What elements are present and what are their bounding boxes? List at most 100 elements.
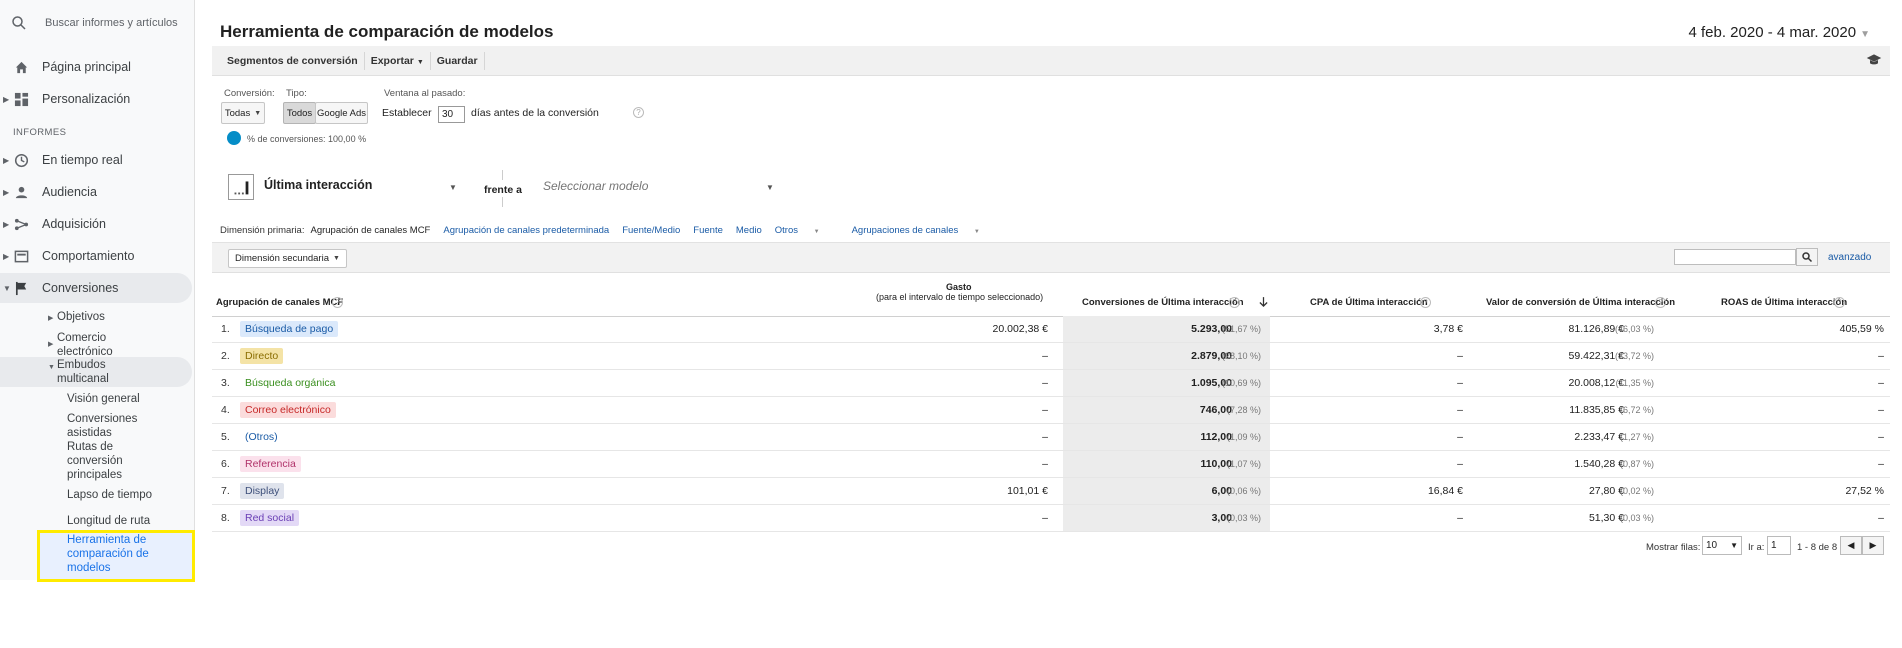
date-range-picker[interactable]: 4 feb. 2020 - 4 mar. 2020 ▼	[1688, 24, 1870, 41]
sidebar-item-assisted[interactable]: Conversiones asistidas	[67, 412, 157, 440]
type-google-ads-toggle[interactable]: Google Ads	[315, 102, 368, 124]
goto-page-input[interactable]: 1	[1767, 536, 1791, 555]
spend-cell: 101,01 €	[1007, 485, 1048, 497]
sidebar-item-label: Embudos multicanal	[57, 359, 109, 385]
sidebar-item-label: Audiencia	[42, 185, 97, 199]
channel-chip[interactable]: Búsqueda de pago	[240, 321, 339, 337]
chevron-down-icon[interactable]: ▼	[766, 183, 774, 192]
export-button[interactable]: Exportar ▼	[365, 51, 431, 70]
rows-per-page-select[interactable]: 10 ▼	[1702, 536, 1742, 555]
conversion-segments-button[interactable]: Segmentos de conversión	[221, 51, 365, 70]
column-header-channel[interactable]: Agrupación de canales MCF	[216, 297, 343, 308]
sort-descending-icon[interactable]	[1259, 297, 1268, 308]
prev-page-button[interactable]: ◀	[1840, 536, 1862, 555]
channel-chip[interactable]: Referencia	[240, 456, 301, 472]
sidebar-item-audience[interactable]: ▶ Audiencia	[0, 177, 192, 207]
sidebar-item-acquisition[interactable]: ▶ Adquisición	[0, 209, 192, 239]
sidebar-item-goals[interactable]: ▶ Objetivos	[48, 310, 105, 324]
search-placeholder: Buscar informes y artículos	[45, 17, 178, 29]
lookback-days-input[interactable]: 30	[438, 106, 465, 123]
channel-chip[interactable]: Directo	[240, 348, 284, 364]
sidebar-item-home[interactable]: Página principal	[0, 52, 192, 82]
sidebar-item-overview[interactable]: Visión general	[67, 392, 187, 406]
help-icon[interactable]: ?	[1229, 297, 1240, 308]
column-header-roas[interactable]: ROAS de Última interacción	[1721, 297, 1847, 308]
save-button[interactable]: Guardar	[431, 51, 485, 70]
help-icon[interactable]: ?	[1834, 297, 1845, 308]
sidebar-item-conversions[interactable]: ▼ Conversiones	[0, 273, 192, 303]
lookback-suffix: días antes de la conversión	[471, 107, 599, 119]
export-label: Exportar	[370, 54, 414, 67]
other-dimensions-dropdown[interactable]: Otros ▼	[775, 225, 833, 236]
chevron-down-icon[interactable]: ▼	[449, 183, 457, 192]
conversion-dropdown[interactable]: Todas ▼	[221, 102, 265, 124]
sidebar-item-ecommerce[interactable]: ▶ Comercio electrónico	[48, 331, 137, 359]
value-cell: 2.233,47 €	[1574, 431, 1624, 443]
table-row: 7. Display 101,01 €6,00 (0,06 %) 16,84 €27,8…	[212, 478, 1890, 505]
cpa-cell: –	[1457, 431, 1463, 443]
table-row: 8. Red social –3,00 (0,03 %) –51,30 € (0,03 %…	[212, 505, 1890, 532]
type-all-toggle[interactable]: Todos	[283, 102, 316, 124]
sidebar-item-model-comparison[interactable]: Herramienta de comparación de modelos	[67, 533, 187, 575]
secondary-dimension-bar: Dimensión secundaria ▼ avanzado	[212, 242, 1890, 272]
column-header-spend[interactable]: Gasto	[946, 282, 972, 292]
conversions-pct-cell: (0,06 %)	[1226, 486, 1261, 496]
help-icon[interactable]: ?	[1420, 297, 1431, 308]
sidebar-item-time-lag[interactable]: Lapso de tiempo	[67, 488, 187, 502]
dimension-link[interactable]: Medio	[736, 225, 762, 236]
channel-chip[interactable]: (Otros)	[240, 429, 283, 445]
roas-cell: –	[1878, 377, 1884, 389]
conversions-pct-cell: (51,67 %)	[1221, 324, 1261, 334]
value-cell: 1.540,28 €	[1574, 458, 1624, 470]
chevron-down-icon: ▼	[813, 229, 820, 235]
table-search-button[interactable]	[1796, 248, 1818, 266]
sidebar-search[interactable]: Buscar informes y artículos	[10, 14, 178, 32]
graduation-cap-icon[interactable]	[1866, 53, 1882, 67]
sidebar-item-mcf[interactable]: ▼ Embudos multicanal	[48, 358, 137, 386]
sidebar-item-behavior[interactable]: ▶ Comportamiento	[0, 241, 192, 271]
conversions-pct-cell: (28,10 %)	[1221, 351, 1261, 361]
channel-chip[interactable]: Correo electrónico	[240, 402, 336, 418]
table-row: 3. Búsqueda orgánica –1.095,00 (10,69 %) –20…	[212, 370, 1890, 397]
model-b-selector[interactable]: Seleccionar modelo	[543, 179, 648, 193]
help-icon[interactable]: ?	[332, 297, 343, 308]
sidebar-item-realtime[interactable]: ▶ En tiempo real	[0, 145, 192, 175]
channel-chip[interactable]: Búsqueda orgánica	[240, 375, 341, 391]
column-header-conversions[interactable]: Conversiones de Última interacción	[1082, 297, 1244, 308]
secondary-dimension-dropdown[interactable]: Dimensión secundaria ▼	[228, 249, 347, 268]
sidebar-item-top-paths[interactable]: Rutas de conversión principales	[67, 440, 157, 482]
row-index: 2.	[221, 350, 230, 362]
sidebar-item-label: Objetivos	[57, 311, 105, 323]
dimension-link[interactable]: Agrupación de canales predeterminada	[443, 225, 609, 236]
spend-cell: –	[1042, 350, 1048, 362]
channel-chip[interactable]: Red social	[240, 510, 300, 526]
app-root: Buscar informes y artículos Página princ…	[0, 0, 1902, 648]
divider	[502, 197, 503, 207]
sidebar-item-path-length[interactable]: Longitud de ruta	[67, 514, 187, 528]
table-search-input[interactable]	[1674, 249, 1796, 265]
rows-per-page-value: 10	[1706, 540, 1718, 551]
help-icon[interactable]: ?	[633, 107, 644, 118]
column-header-cpa[interactable]: CPA de Última interacción	[1310, 297, 1428, 308]
channel-chip[interactable]: Display	[240, 483, 285, 499]
table-header: Agrupación de canales MCF ? Gasto (para …	[212, 272, 1890, 317]
dimension-link[interactable]: Fuente/Medio	[622, 225, 680, 236]
expand-caret-icon: ▶	[3, 219, 10, 229]
clock-icon	[14, 153, 29, 167]
help-icon[interactable]: ?	[1655, 297, 1666, 308]
column-header-value[interactable]: Valor de conversión de Última interacció…	[1486, 297, 1675, 308]
model-a-name[interactable]: Última interacción	[264, 178, 372, 192]
channel-groupings-dropdown[interactable]: Agrupaciones de canales ▼	[852, 225, 993, 236]
dimension-link[interactable]: Fuente	[693, 225, 723, 236]
search-icon	[12, 16, 26, 30]
spend-cell: –	[1042, 512, 1048, 524]
main-panel: Herramienta de comparación de modelos 4 …	[212, 16, 1890, 580]
sidebar-item-customization[interactable]: ▶ Personalización	[0, 84, 192, 114]
table-footer: Mostrar filas: 10 ▼ Ir a: 1 1 - 8 de 8 ◀ …	[212, 532, 1890, 564]
next-page-button[interactable]: ▶	[1862, 536, 1884, 555]
sidebar-item-label: Página principal	[42, 60, 131, 74]
secondary-dimension-label: Dimensión secundaria	[235, 253, 329, 264]
sidebar-item-label: Personalización	[42, 92, 131, 106]
advanced-filter-link[interactable]: avanzado	[1828, 252, 1871, 263]
primary-dimension-current: Agrupación de canales MCF	[310, 225, 431, 236]
